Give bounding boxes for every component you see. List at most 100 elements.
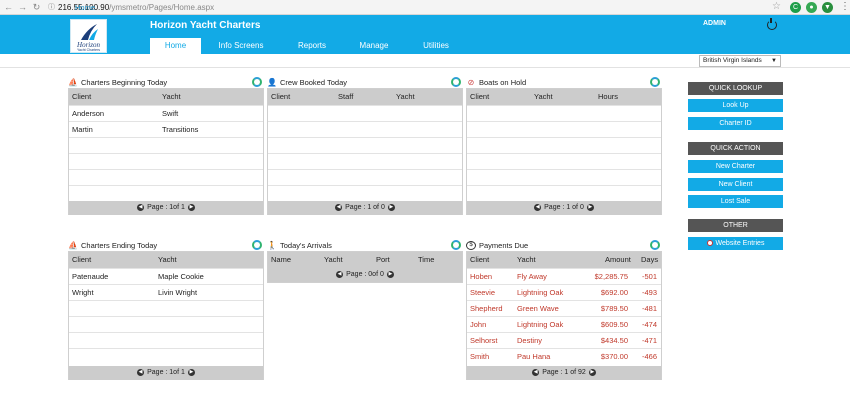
pager: ◀ Page : 1 of 0 ▶ [467, 201, 661, 215]
cell: $370.00 [600, 352, 628, 361]
tab-info-screens[interactable]: Info Screens [201, 38, 281, 54]
cell: Destiny [517, 336, 543, 345]
yacht-icon: ⛵ [68, 77, 78, 87]
company-logo[interactable]: Horizon Yacht Charters [70, 19, 107, 53]
forward-icon[interactable]: → [17, 2, 28, 13]
table-row[interactable]: Shepherd Green Wave $789.50 -481 [467, 300, 661, 316]
table-row [467, 137, 661, 153]
reload-icon[interactable]: ↻ [31, 2, 42, 13]
cell: Maple Cookie [158, 272, 204, 281]
column-header: Time [418, 255, 435, 264]
table-row[interactable]: Wright Livin Wright [69, 284, 263, 300]
table-row [268, 105, 462, 121]
next-page-icon[interactable]: ▶ [586, 203, 594, 211]
tab-manage[interactable]: Manage [343, 38, 405, 54]
tab-utilities[interactable]: Utilities [405, 38, 467, 54]
dollar-icon: $ [466, 240, 476, 250]
table-row [467, 153, 661, 169]
extension-icon-3[interactable]: ▼ [822, 2, 833, 13]
table-row[interactable]: Anderson Swift [69, 105, 263, 121]
cell: Lightning Oak [517, 320, 564, 329]
prev-page-icon[interactable]: ◀ [137, 368, 145, 376]
prev-page-icon[interactable]: ◀ [534, 203, 542, 211]
extension-icon-2[interactable]: ● [806, 2, 817, 13]
cell: -474 [641, 320, 657, 329]
column-header: Port [376, 255, 390, 264]
panel-todays-arrivals: 🚶 Today's Arrivals Name Yacht Port Time … [267, 240, 463, 285]
table-header: Name Yacht Port Time [268, 252, 462, 268]
next-page-icon[interactable]: ▶ [588, 368, 596, 376]
table-row[interactable]: John Lightning Oak $609.50 -474 [467, 316, 661, 332]
page-info-icon[interactable]: ⓘ [48, 2, 55, 12]
prev-page-icon[interactable]: ◀ [335, 203, 343, 211]
refresh-icon[interactable] [451, 240, 461, 250]
table-row[interactable]: Hoben Fly Away $2,285.75 -501 [467, 268, 661, 284]
table-row [69, 137, 263, 153]
pager: ◀ Page : 0of 0 ▶ [268, 268, 462, 282]
address-bar[interactable]: ⓘ 216.55.100.90/ymsmetro/Pages/Home.aspx [48, 2, 214, 12]
table-header: Client Staff Yacht [268, 89, 462, 105]
refresh-icon[interactable] [650, 240, 660, 250]
lost-sale-button[interactable]: Lost Sale [688, 195, 783, 208]
table-row [268, 153, 462, 169]
pager: ◀ Page : 1of 1 ▶ [69, 366, 263, 380]
look-up-button[interactable]: Look Up [688, 99, 783, 112]
back-icon[interactable]: ← [3, 2, 14, 13]
panel-crew-booked: 👤 Crew Booked Today Client Staff Yacht ◀… [267, 77, 463, 215]
table-row[interactable]: Steevie Lightning Oak $692.00 -493 [467, 284, 661, 300]
new-charter-button[interactable]: New Charter [688, 160, 783, 173]
tab-home[interactable]: Home [150, 38, 201, 54]
table-row [69, 316, 263, 332]
next-page-icon[interactable]: ▶ [386, 270, 394, 278]
user-name[interactable]: ADMIN [703, 20, 726, 27]
table-row [268, 185, 462, 201]
browser-menu-icon[interactable]: ⋮ [840, 1, 850, 12]
table-row [69, 185, 263, 201]
column-header: Client [271, 92, 291, 101]
refresh-icon[interactable] [252, 240, 262, 250]
table-row [268, 169, 462, 185]
power-icon[interactable] [767, 18, 777, 30]
table-row[interactable]: Martin Transitions [69, 121, 263, 137]
next-page-icon[interactable]: ▶ [187, 203, 195, 211]
new-client-button[interactable]: New Client [688, 178, 783, 191]
column-header: Client [470, 92, 490, 101]
quick-action-header: QUICK ACTION [688, 142, 783, 155]
prev-page-icon[interactable]: ◀ [137, 203, 145, 211]
refresh-icon[interactable] [252, 77, 262, 87]
cell: $434.50 [600, 336, 628, 345]
cell: $789.50 [600, 304, 628, 313]
refresh-icon[interactable] [451, 77, 461, 87]
website-entries-button[interactable]: Website Entries [688, 237, 783, 250]
globe-icon [706, 240, 713, 247]
table-row [467, 121, 661, 137]
panel-title: Crew Booked Today [280, 77, 347, 87]
bookmark-star-icon[interactable]: ☆ [772, 1, 781, 12]
table-row [69, 153, 263, 169]
prev-page-icon[interactable]: ◀ [532, 368, 540, 376]
sail-icon [81, 24, 98, 40]
panel-title: Charters Beginning Today [81, 77, 168, 87]
breadcrumb-home[interactable]: Home [75, 3, 95, 12]
panel-payments-due: $ Payments Due Client Yacht Amount Days … [466, 240, 662, 380]
table-row[interactable]: Selhorst Destiny $434.50 -471 [467, 332, 661, 348]
region-select[interactable]: British Virgin Islands ▼ [699, 55, 781, 67]
other-header: OTHER [688, 219, 783, 232]
table-row[interactable]: Patenaude Maple Cookie [69, 268, 263, 284]
next-page-icon[interactable]: ▶ [387, 203, 395, 211]
cell: Patenaude [72, 272, 109, 281]
prev-page-icon[interactable]: ◀ [336, 270, 344, 278]
next-page-icon[interactable]: ▶ [187, 368, 195, 376]
cell: Livin Wright [158, 288, 198, 297]
cell: -471 [641, 336, 657, 345]
table-header: Client Yacht [69, 89, 263, 105]
column-header: Staff [338, 92, 354, 101]
table-row[interactable]: Smith Pau Hana $370.00 -466 [467, 348, 661, 364]
tab-reports[interactable]: Reports [281, 38, 343, 54]
refresh-icon[interactable] [650, 77, 660, 87]
cell: Pau Hana [517, 352, 551, 361]
column-header: Yacht [324, 255, 343, 264]
charter-id-button[interactable]: Charter ID [688, 117, 783, 130]
extension-icon-1[interactable]: C [790, 2, 801, 13]
panel-boats-on-hold: ⊘ Boats on Hold Client Yacht Hours ◀ Page… [466, 77, 662, 215]
